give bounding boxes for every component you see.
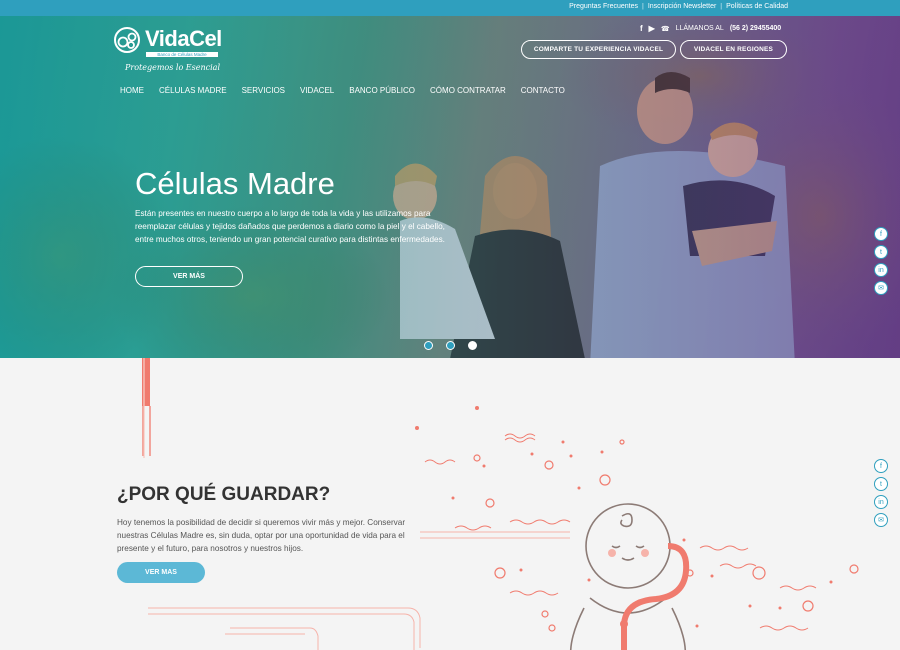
baby-figure: [570, 503, 686, 650]
slider-dot-2[interactable]: [446, 341, 455, 350]
contact-row: f ▶ ☎ LLÁMANOS AL (56 2) 29455400: [640, 24, 781, 33]
separator: |: [720, 3, 723, 10]
youtube-icon[interactable]: ▶: [649, 24, 655, 33]
facebook-icon[interactable]: f: [640, 24, 643, 33]
why-store-title: ¿POR QUÉ GUARDAR?: [117, 484, 331, 505]
slider-dot-1[interactable]: [424, 341, 433, 350]
call-label: LLÁMANOS AL: [675, 25, 724, 32]
nav-item-vidacel[interactable]: VIDACEL: [300, 86, 334, 95]
hero-title: Células Madre: [135, 166, 335, 201]
link-quality[interactable]: Políticas de Calidad: [726, 3, 788, 10]
facebook-icon[interactable]: f: [874, 227, 888, 241]
facebook-icon[interactable]: f: [874, 459, 888, 473]
slider-dots: [424, 341, 477, 350]
brand-subtitle: Banco de Células Madre: [146, 52, 218, 57]
main-nav: HOME CÉLULAS MADRE SERVICIOS VIDACEL BAN…: [120, 86, 565, 95]
regions-button[interactable]: VIDACEL EN REGIONES: [680, 40, 787, 59]
nav-item-banco-publico[interactable]: BANCO PÚBLICO: [349, 86, 415, 95]
mail-icon[interactable]: ✉: [874, 281, 888, 295]
phone-number[interactable]: (56 2) 29455400: [730, 25, 781, 32]
nav-item-servicios[interactable]: SERVICIOS: [242, 86, 285, 95]
why-store-section: ¿POR QUÉ GUARDAR? Hoy tenemos la posibil…: [0, 358, 900, 650]
nav-item-contacto[interactable]: CONTACTO: [521, 86, 565, 95]
logo-cells-icon: [114, 27, 140, 53]
top-utility-bar: Preguntas Frecuentes | Inscripción Newsl…: [0, 0, 900, 16]
twitter-icon[interactable]: t: [874, 245, 888, 259]
slider-dot-3[interactable]: [468, 341, 477, 350]
linkedin-icon[interactable]: in: [874, 263, 888, 277]
phone-icon: ☎: [660, 25, 670, 33]
share-experience-button[interactable]: COMPARTE TU EXPERIENCIA VIDACEL: [521, 40, 676, 59]
nav-item-celulas-madre[interactable]: CÉLULAS MADRE: [159, 86, 227, 95]
hero-banner: VidaCel Banco de Células Madre Protegemo…: [0, 16, 900, 358]
nav-item-como-contratar[interactable]: CÓMO CONTRATAR: [430, 86, 506, 95]
floating-social-bar: f t in ✉: [874, 227, 888, 295]
floating-social-bar-lower: f t in ✉: [874, 459, 888, 527]
separator: |: [642, 3, 644, 10]
brand-tagline: Protegemos lo Esencial: [125, 63, 220, 72]
utility-links: Preguntas Frecuentes | Inscripción Newsl…: [569, 3, 788, 10]
mail-icon[interactable]: ✉: [874, 513, 888, 527]
nav-item-home[interactable]: HOME: [120, 86, 144, 95]
page: Preguntas Frecuentes | Inscripción Newsl…: [0, 0, 900, 650]
brand-name: VidaCel: [145, 26, 222, 51]
why-store-description: Hoy tenemos la posibilidad de decidir si…: [117, 518, 406, 553]
hero-ver-mas-button[interactable]: VER MÁS: [135, 266, 243, 287]
link-newsletter[interactable]: Inscripción Newsletter: [648, 3, 716, 10]
twitter-icon[interactable]: t: [874, 477, 888, 491]
linkedin-icon[interactable]: in: [874, 495, 888, 509]
hero-description: Están presentes en nuestro cuerpo a lo l…: [135, 209, 445, 244]
link-faq[interactable]: Preguntas Frecuentes: [569, 3, 638, 10]
why-ver-mas-button[interactable]: VER MAS: [117, 562, 205, 583]
vidacel-logo[interactable]: VidaCel Banco de Células Madre Protegemo…: [112, 26, 222, 72]
